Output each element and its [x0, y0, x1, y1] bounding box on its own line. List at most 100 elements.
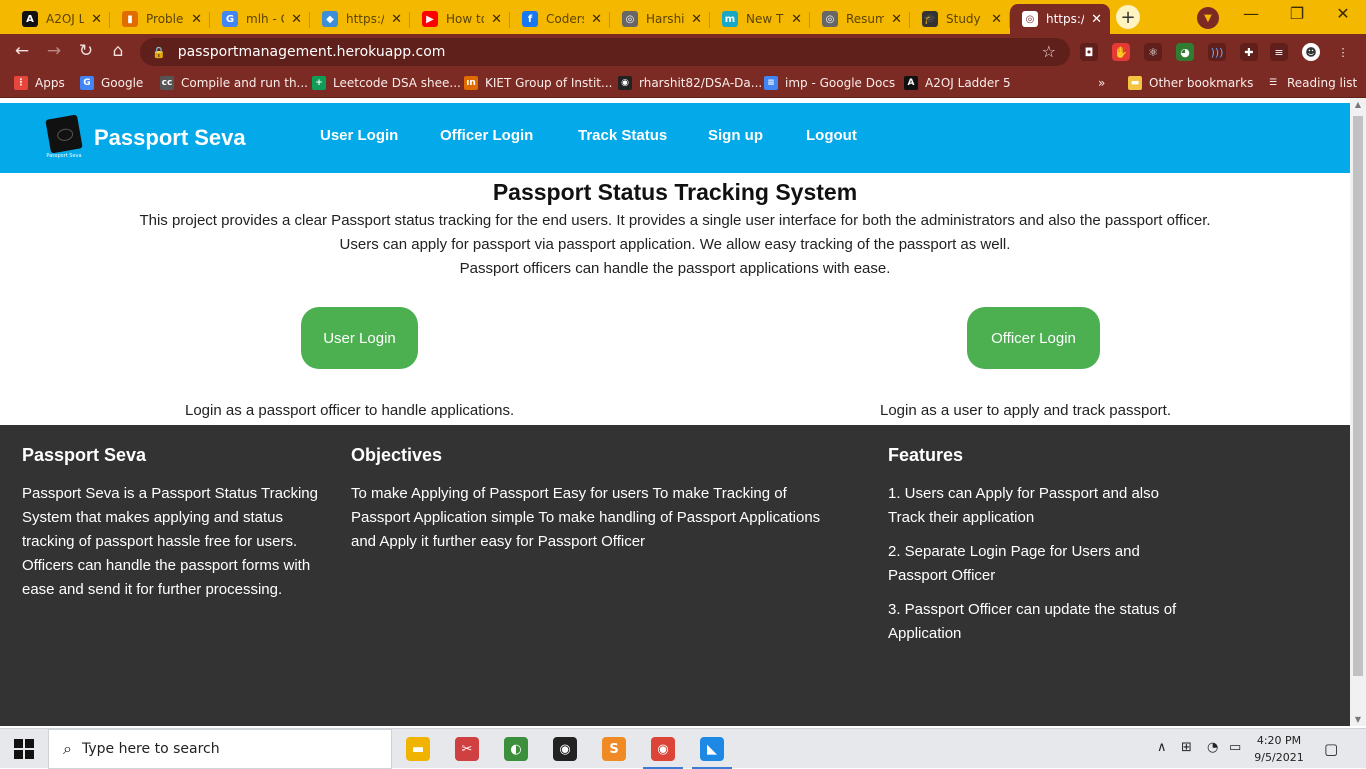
bookmark-star-icon[interactable]: ☆	[1042, 42, 1056, 61]
close-tab-icon[interactable]: ✕	[691, 12, 702, 27]
close-tab-icon[interactable]: ✕	[191, 12, 202, 27]
taskbar-search-placeholder[interactable]: Type here to search	[82, 741, 220, 757]
bookmark-item[interactable]: A A2OJ Ladder 5	[904, 76, 1011, 90]
browser-tab[interactable]: ▶ How to ✕	[410, 4, 510, 34]
system-clock[interactable]: 4:20 PM 9/5/2021	[1254, 732, 1304, 766]
bookmark-label[interactable]: A2OJ Ladder 5	[925, 76, 1011, 90]
nav-track-status[interactable]: Track Status	[578, 127, 667, 144]
browser-tab[interactable]: ◎ Harshi ✕	[610, 4, 710, 34]
wifi-icon[interactable]: ◔	[1207, 740, 1218, 755]
tab-title[interactable]: Proble	[146, 12, 184, 26]
clock-date[interactable]: 9/5/2021	[1254, 749, 1304, 766]
globe-app-icon[interactable]: ◐	[504, 737, 528, 761]
officer-login-button[interactable]: Officer Login	[967, 307, 1100, 369]
site-brand[interactable]: Passport Seva	[94, 125, 246, 151]
browser-tab[interactable]: ◆ https:/ ✕	[310, 4, 410, 34]
close-tab-icon[interactable]: ✕	[891, 12, 902, 27]
browser-tab[interactable]: ◎ https:/ ✕	[1010, 4, 1110, 34]
bookmark-item[interactable]: + Leetcode DSA shee...	[312, 76, 461, 90]
browser-tab[interactable]: ◎ Resum ✕	[810, 4, 910, 34]
tab-title[interactable]: https:/	[346, 12, 384, 26]
nav-logout[interactable]: Logout	[806, 127, 857, 144]
bookmark-item[interactable]: ≡ imp - Google Docs	[764, 76, 895, 90]
reading-list-label[interactable]: Reading list	[1287, 76, 1357, 90]
react-devtools-icon[interactable]: ⚛	[1144, 43, 1162, 61]
bookmark-label[interactable]: Apps	[35, 76, 65, 90]
battery-icon[interactable]: ▭	[1229, 740, 1241, 755]
media-queue-icon[interactable]: ≡	[1270, 43, 1288, 61]
address-bar[interactable]: 🔒 passportmanagement.herokuapp.com ☆	[140, 38, 1070, 66]
nav-user-login[interactable]: User Login	[320, 127, 398, 144]
windows-start-icon[interactable]	[14, 739, 34, 759]
scroll-up-icon[interactable]: ▲	[1350, 100, 1366, 109]
user-login-button[interactable]: User Login	[301, 307, 418, 369]
browser-tab[interactable]: m New T ✕	[710, 4, 810, 34]
github-desktop-icon[interactable]: ◉	[553, 737, 577, 761]
tab-search-icon[interactable]: ▼	[1197, 7, 1219, 29]
close-tab-icon[interactable]: ✕	[291, 12, 302, 27]
bookmark-label[interactable]: Compile and run th...	[181, 76, 308, 90]
tab-title[interactable]: Study	[946, 12, 984, 26]
bookmark-label[interactable]: KIET Group of Instit...	[485, 76, 612, 90]
close-window-icon[interactable]: ✕	[1320, 4, 1366, 23]
browser-tab[interactable]: Gmlh - G ✕	[210, 4, 310, 34]
audio-extension-icon[interactable]: )))	[1208, 43, 1226, 61]
browser-tab[interactable]: A A2OJ L ✕	[10, 4, 110, 34]
forward-icon[interactable]: →	[42, 41, 66, 61]
snipping-tool-icon[interactable]: ✂	[455, 737, 479, 761]
scroll-down-icon[interactable]: ▼	[1350, 715, 1366, 724]
tab-title[interactable]: https:/	[1046, 12, 1084, 26]
back-icon[interactable]: ←	[10, 41, 34, 61]
bookmark-item[interactable]: ın KIET Group of Instit...	[464, 76, 612, 90]
reload-icon[interactable]: ↻	[74, 41, 98, 61]
bookmark-label[interactable]: imp - Google Docs	[785, 76, 895, 90]
browser-tab[interactable]: 🎓 Study ✕	[910, 4, 1010, 34]
taskbar-search-box[interactable]: ⌕ Type here to search	[48, 729, 392, 769]
bookmark-item[interactable]: ◉ rharshit82/DSA-Da...	[618, 76, 762, 90]
sublime-text-icon[interactable]: S	[602, 737, 626, 761]
tab-title[interactable]: mlh - G	[246, 12, 284, 26]
close-tab-icon[interactable]: ✕	[1091, 12, 1102, 27]
tab-title[interactable]: Coders	[546, 12, 584, 26]
bookmark-label[interactable]: rharshit82/DSA-Da...	[639, 76, 762, 90]
tray-chevron-icon[interactable]: ∧	[1157, 740, 1167, 755]
network-settings-icon[interactable]: ⊞	[1181, 740, 1192, 755]
passport-logo[interactable]: Passport Seva	[44, 114, 84, 161]
menu-kebab-icon[interactable]: ⋮	[1334, 43, 1352, 61]
browser-tab[interactable]: ▮ Proble ✕	[110, 4, 210, 34]
other-bookmarks-label[interactable]: Other bookmarks	[1149, 76, 1253, 90]
bookmark-label[interactable]: Google	[101, 76, 143, 90]
more-bookmarks-icon[interactable]: »	[1098, 76, 1105, 90]
close-tab-icon[interactable]: ✕	[791, 12, 802, 27]
minimize-icon[interactable]: —	[1228, 4, 1274, 23]
close-tab-icon[interactable]: ✕	[491, 12, 502, 27]
url-text[interactable]: passportmanagement.herokuapp.com	[178, 44, 446, 60]
chrome-icon[interactable]: ◉	[643, 737, 683, 769]
other-bookmarks[interactable]: ▬ Other bookmarks	[1128, 76, 1253, 90]
tab-title[interactable]: A2OJ L	[46, 12, 84, 26]
lock-icon[interactable]: 🔒	[152, 46, 166, 59]
notifications-icon[interactable]: ▢	[1324, 740, 1338, 758]
browser-tab[interactable]: f Coders ✕	[510, 4, 610, 34]
home-icon[interactable]: ⌂	[106, 41, 130, 61]
bookmark-item[interactable]: ⋮ Apps	[14, 76, 65, 90]
close-tab-icon[interactable]: ✕	[91, 12, 102, 27]
scrollbar-thumb[interactable]	[1353, 116, 1363, 676]
tab-title[interactable]: New T	[746, 12, 784, 26]
close-tab-icon[interactable]: ✕	[991, 12, 1002, 27]
camera-extension-icon[interactable]: ◘	[1080, 43, 1098, 61]
bookmark-item[interactable]: G Google	[80, 76, 143, 90]
nav-sign-up[interactable]: Sign up	[708, 127, 763, 144]
page-scrollbar[interactable]: ▲ ▼	[1350, 98, 1366, 726]
reading-list[interactable]: ☰ Reading list	[1266, 76, 1357, 90]
file-explorer-icon[interactable]: ▬	[406, 737, 430, 761]
nav-officer-login[interactable]: Officer Login	[440, 127, 533, 144]
vscode-icon[interactable]: ◣	[692, 737, 732, 769]
close-tab-icon[interactable]: ✕	[591, 12, 602, 27]
tab-title[interactable]: How to	[446, 12, 484, 26]
tab-title[interactable]: Harshi	[646, 12, 684, 26]
extensions-puzzle-icon[interactable]: ✚	[1240, 43, 1258, 61]
close-tab-icon[interactable]: ✕	[391, 12, 402, 27]
new-tab-button[interactable]: +	[1116, 5, 1140, 29]
tab-title[interactable]: Resum	[846, 12, 884, 26]
